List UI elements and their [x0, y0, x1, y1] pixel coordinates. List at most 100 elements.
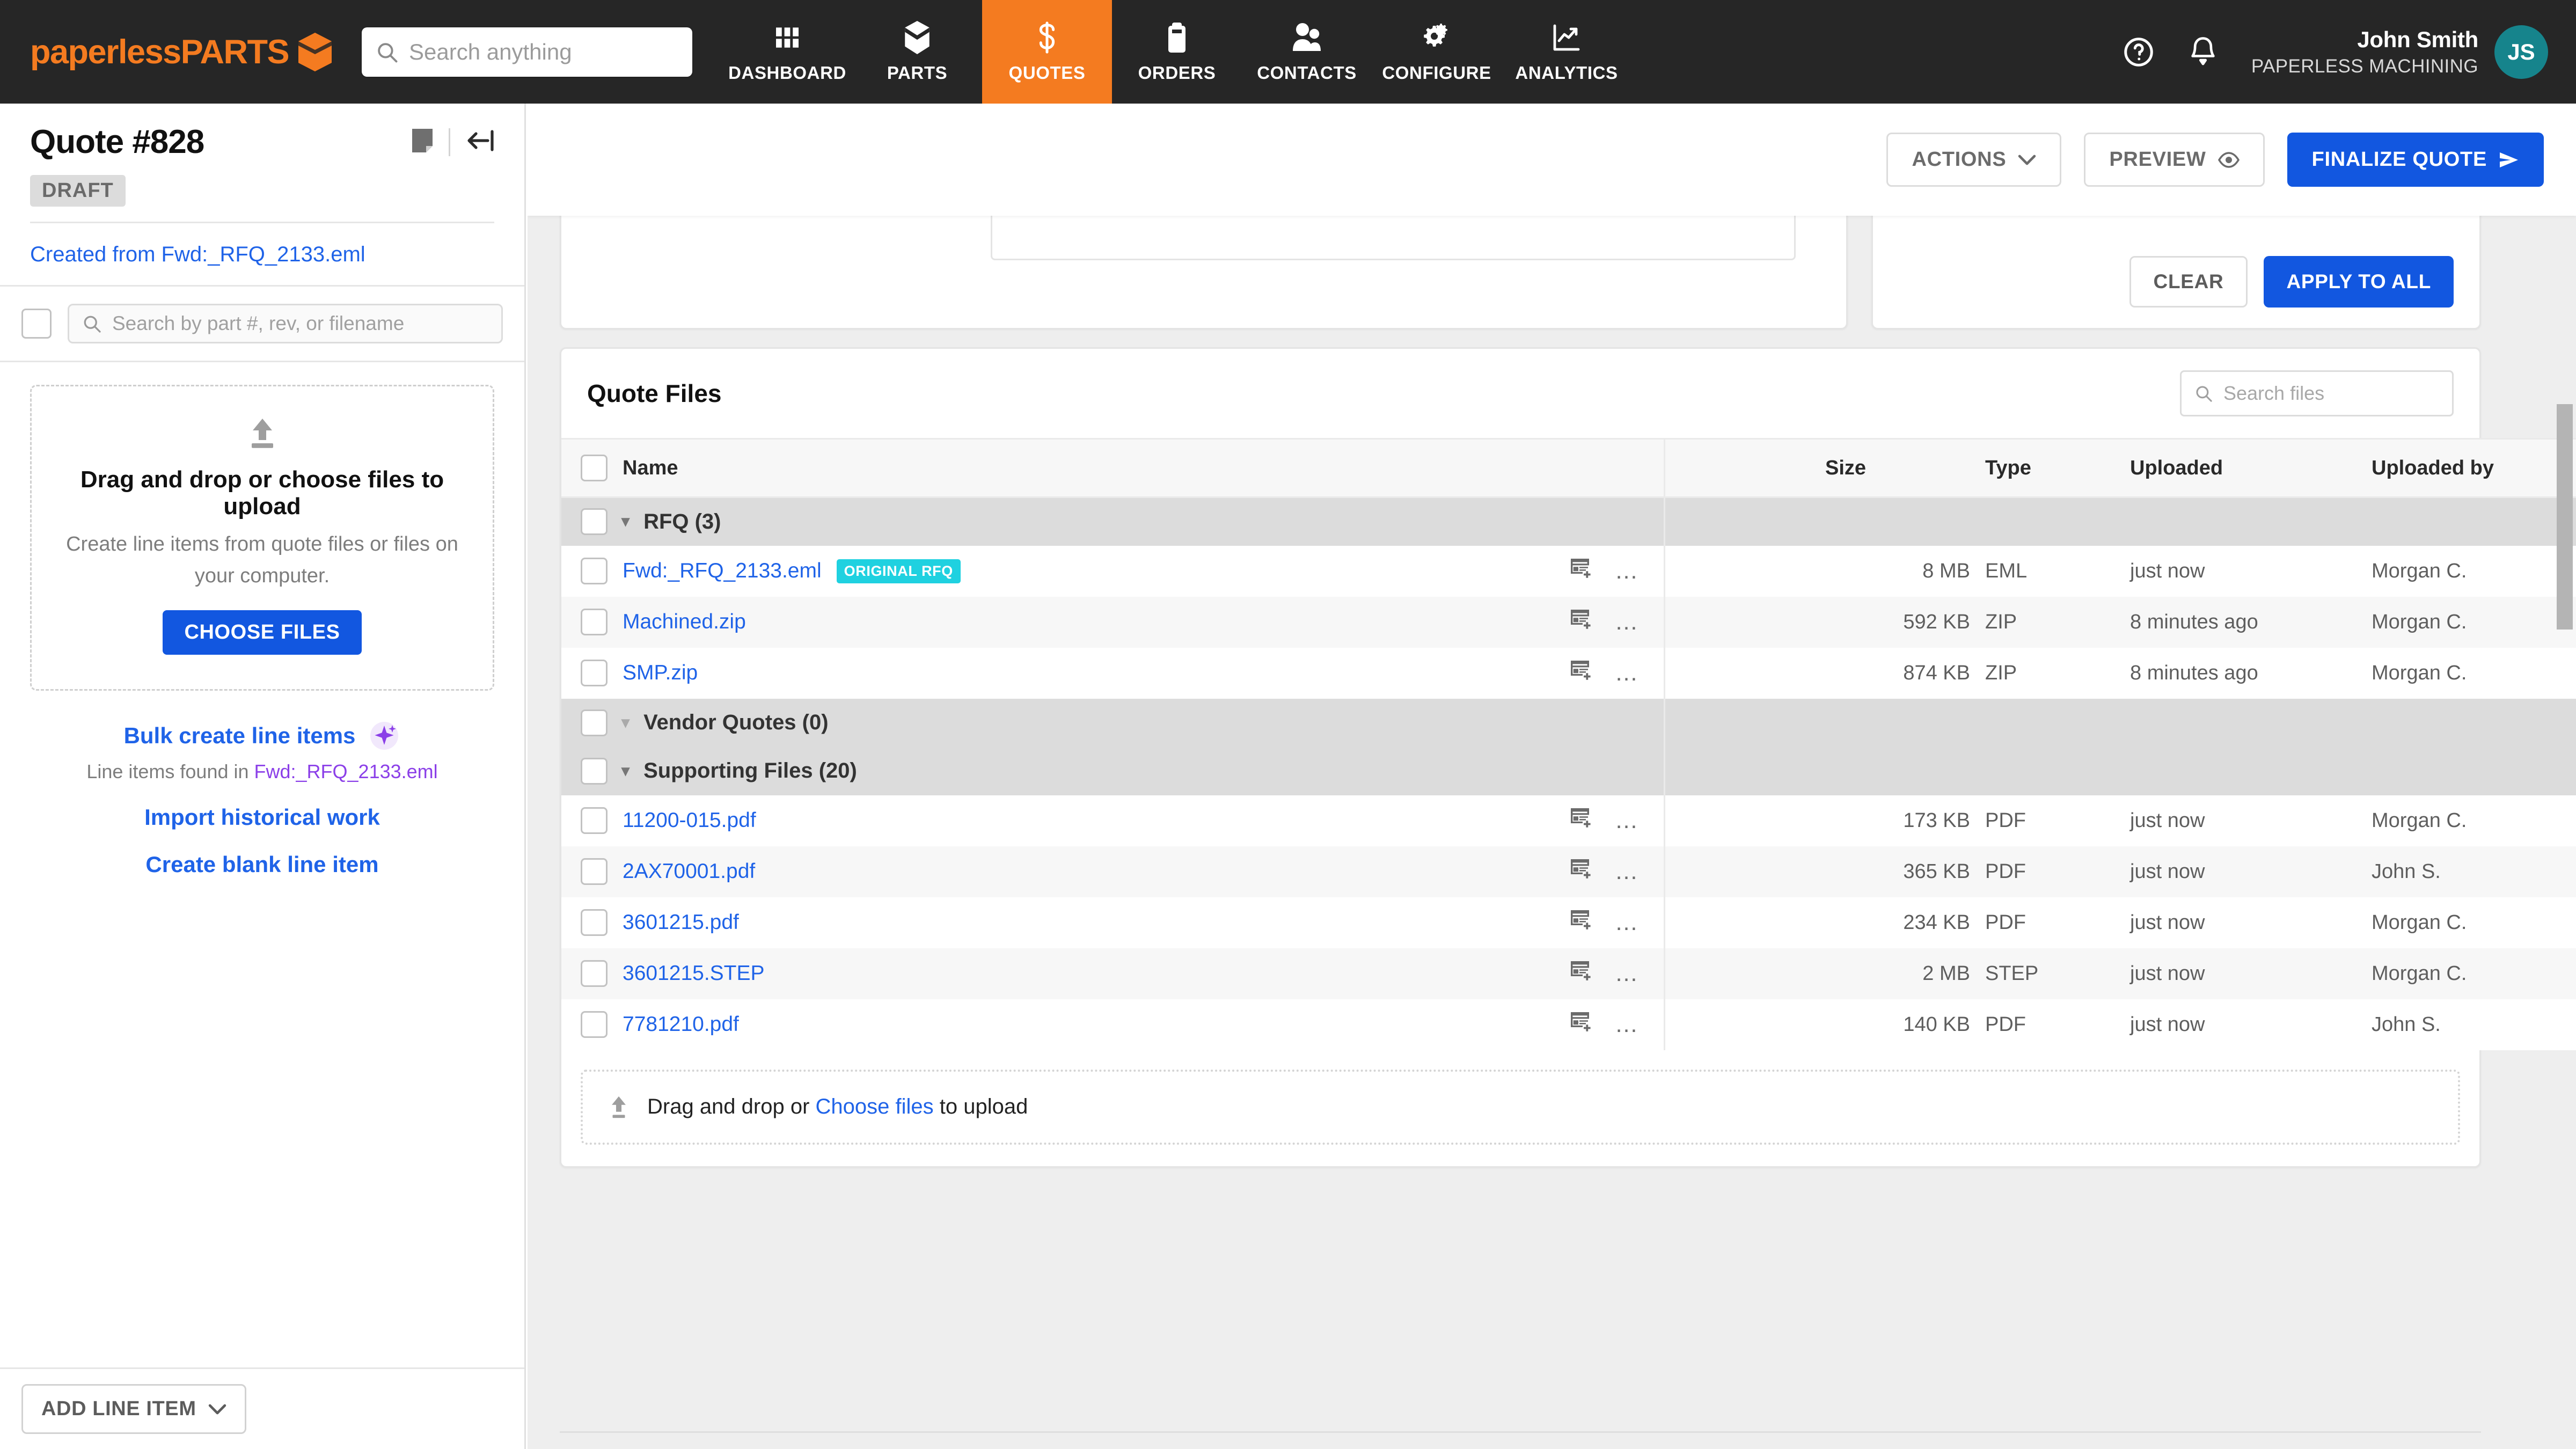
nav-item-contacts[interactable]: CONTACTS: [1242, 0, 1372, 104]
file-name-link[interactable]: 11200-015.pdf: [623, 809, 756, 832]
column-header-type[interactable]: Type: [1970, 438, 2115, 498]
file-row-checkbox[interactable]: [581, 660, 608, 686]
nav-item-configure[interactable]: CONFIGURE: [1372, 0, 1502, 104]
file-name-link[interactable]: 3601215.STEP: [623, 962, 765, 985]
row-more-menu-button[interactable]: …: [1615, 661, 1640, 685]
create-line-item-icon[interactable]: [1570, 1010, 1593, 1039]
choose-files-button[interactable]: CHOOSE FILES: [163, 610, 362, 655]
nav-item-analytics[interactable]: ANALYTICS: [1502, 0, 1631, 104]
file-name-link[interactable]: SMP.zip: [623, 661, 698, 685]
nav-item-orders[interactable]: ORDERS: [1112, 0, 1242, 104]
file-row[interactable]: 3601215.STEP … 2 MB STEP just now Morgan C.: [561, 948, 2576, 999]
file-row-checkbox[interactable]: [581, 558, 608, 584]
line-item-search-placeholder: Search by part #, rev, or filename: [112, 312, 405, 334]
bulk-create-line-items-link[interactable]: Bulk create line items: [124, 723, 356, 749]
file-row-checkbox[interactable]: [581, 807, 608, 834]
sidebar-search-row: Search by part #, rev, or filename: [0, 285, 524, 362]
chevron-down-icon[interactable]: ▾: [621, 514, 630, 530]
choose-files-link[interactable]: Choose files: [816, 1095, 934, 1118]
row-more-menu-button[interactable]: …: [1615, 559, 1640, 583]
file-row[interactable]: 2AX70001.pdf … 365 KB PDF just now John S.: [561, 846, 2576, 897]
file-row-checkbox[interactable]: [581, 909, 608, 936]
create-line-item-icon[interactable]: [1570, 557, 1593, 586]
file-row[interactable]: Machined.zip … 592 KB ZIP 8 minutes ago Morga…: [561, 596, 2576, 648]
create-line-item-icon[interactable]: [1570, 908, 1593, 937]
quote-files-search-input[interactable]: Search files: [2180, 370, 2454, 416]
file-row[interactable]: SMP.zip … 874 KB ZIP 8 minutes ago Morgan C.: [561, 647, 2576, 699]
row-more-menu-button[interactable]: …: [1615, 1013, 1640, 1036]
create-line-item-icon[interactable]: [1570, 608, 1593, 636]
chevron-down-icon[interactable]: ▾: [621, 714, 630, 731]
actions-label: ACTIONS: [1912, 148, 2007, 171]
select-all-line-items-checkbox[interactable]: [21, 309, 52, 339]
import-historical-work-link[interactable]: Import historical work: [0, 804, 524, 830]
created-from-link[interactable]: Created from Fwd:_RFQ_2133.eml: [0, 223, 524, 285]
file-row[interactable]: Fwd:_RFQ_2133.eml ORIGINAL RFQ … 8 MB EML jus…: [561, 545, 2576, 597]
apply-to-all-button[interactable]: APPLY TO ALL: [2264, 256, 2454, 308]
clear-button[interactable]: CLEAR: [2129, 256, 2248, 308]
file-group-name-cell: ▾ RFQ (3): [561, 497, 1664, 546]
file-row-checkbox[interactable]: [581, 609, 608, 635]
file-name-link[interactable]: 7781210.pdf: [623, 1013, 739, 1036]
file-name-link[interactable]: 2AX70001.pdf: [623, 860, 755, 883]
file-name-link[interactable]: Fwd:_RFQ_2133.eml: [623, 559, 822, 583]
main-vertical-scrollbar-thumb[interactable]: [2557, 404, 2573, 630]
nav-label-dashboard: DASHBOARD: [728, 62, 846, 83]
row-more-menu-button[interactable]: …: [1615, 962, 1640, 985]
finalize-quote-button[interactable]: FINALIZE QUOTE: [2287, 133, 2544, 187]
chevron-down-icon[interactable]: ▾: [621, 763, 630, 779]
quote-files-dropzone[interactable]: Drag and drop or Choose files to upload: [581, 1069, 2460, 1145]
nav-label-configure: CONFIGURE: [1382, 62, 1491, 83]
column-header-size[interactable]: Size: [1825, 438, 1970, 498]
create-line-item-icon[interactable]: [1570, 658, 1593, 687]
file-name-cell: 7781210.pdf …: [561, 999, 1664, 1050]
quote-files-table: Name Size Type Uploaded Uploaded by ▾ RFQ…: [561, 438, 2576, 1050]
file-group-row[interactable]: ▾ RFQ (3): [561, 497, 2576, 546]
file-row-checkbox[interactable]: [581, 858, 608, 885]
file-name-link[interactable]: Machined.zip: [623, 610, 746, 634]
select-all-files-checkbox[interactable]: [581, 455, 608, 481]
file-name-link[interactable]: 3601215.pdf: [623, 911, 739, 934]
nav-item-parts[interactable]: PARTS: [852, 0, 982, 104]
file-row[interactable]: 3601215.pdf … 234 KB PDF just now Morgan C.: [561, 897, 2576, 948]
create-line-item-icon[interactable]: [1570, 806, 1593, 835]
file-row-checkbox[interactable]: [581, 1011, 608, 1038]
line-item-search-input[interactable]: Search by part #, rev, or filename: [68, 304, 503, 343]
help-button[interactable]: [2106, 35, 2171, 69]
apply-to-all-buttons: CLEAR APPLY TO ALL: [2129, 256, 2454, 308]
row-more-menu-button[interactable]: …: [1615, 809, 1640, 832]
file-row[interactable]: 11200-015.pdf … 173 KB PDF just now Morgan C.: [561, 795, 2576, 846]
file-row-checkbox[interactable]: [581, 960, 608, 987]
file-group-checkbox[interactable]: [581, 757, 608, 785]
nav-item-quotes[interactable]: QUOTES: [982, 0, 1113, 104]
file-group-row[interactable]: ▾ Vendor Quotes (0): [561, 698, 2576, 747]
file-group-row[interactable]: ▾ Supporting Files (20): [561, 747, 2576, 795]
app-logo[interactable]: paperlessPARTS: [0, 0, 332, 104]
dropzone-subtitle: Create line items from quote files or fi…: [66, 533, 458, 587]
file-uploaded-by-cell: John S.: [2357, 999, 2576, 1050]
create-blank-line-item-link[interactable]: Create blank line item: [0, 852, 524, 877]
column-header-uploaded[interactable]: Uploaded: [2115, 438, 2357, 498]
row-more-menu-button[interactable]: …: [1615, 911, 1640, 934]
clipboard-icon: [1165, 21, 1189, 54]
row-more-menu-button[interactable]: …: [1615, 610, 1640, 634]
user-menu[interactable]: John Smith PAPERLESS MACHINING JS: [2251, 25, 2548, 79]
global-search-input[interactable]: Search anything: [362, 27, 693, 77]
create-line-item-icon[interactable]: [1570, 857, 1593, 886]
notifications-button[interactable]: [2171, 35, 2235, 69]
nav-item-dashboard[interactable]: DASHBOARD: [722, 0, 852, 104]
sidebar-dropzone[interactable]: Drag and drop or choose files to upload …: [30, 385, 494, 691]
note-button[interactable]: [410, 127, 435, 157]
actions-button[interactable]: ACTIONS: [1886, 133, 2062, 187]
column-header-uploaded-by[interactable]: Uploaded by: [2357, 438, 2576, 498]
nav-label-analytics: ANALYTICS: [1515, 62, 1618, 83]
collapse-sidebar-button[interactable]: [464, 128, 494, 156]
file-row[interactable]: 7781210.pdf … 140 KB PDF just now John S.: [561, 999, 2576, 1050]
preview-button[interactable]: PREVIEW: [2084, 133, 2265, 187]
row-more-menu-button[interactable]: …: [1615, 860, 1640, 883]
create-line-item-icon[interactable]: [1570, 959, 1593, 988]
add-line-item-button[interactable]: ADD LINE ITEM: [21, 1384, 246, 1434]
file-group-checkbox[interactable]: [581, 508, 608, 536]
file-group-checkbox[interactable]: [581, 709, 608, 736]
avatar[interactable]: JS: [2494, 25, 2548, 79]
